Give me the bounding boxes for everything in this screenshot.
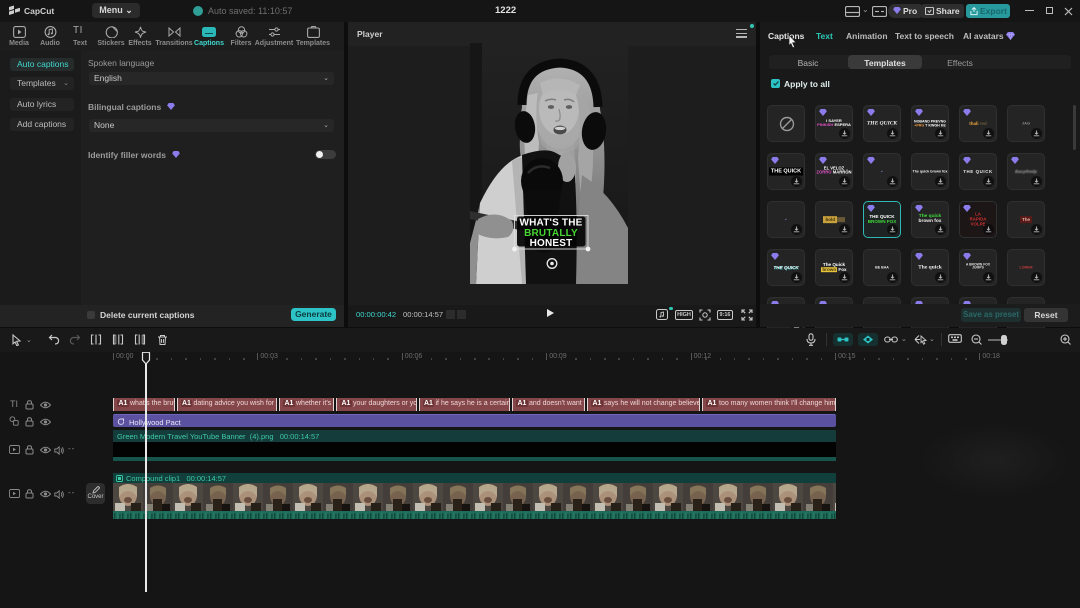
svg-text:HONEST: HONEST xyxy=(530,238,573,249)
